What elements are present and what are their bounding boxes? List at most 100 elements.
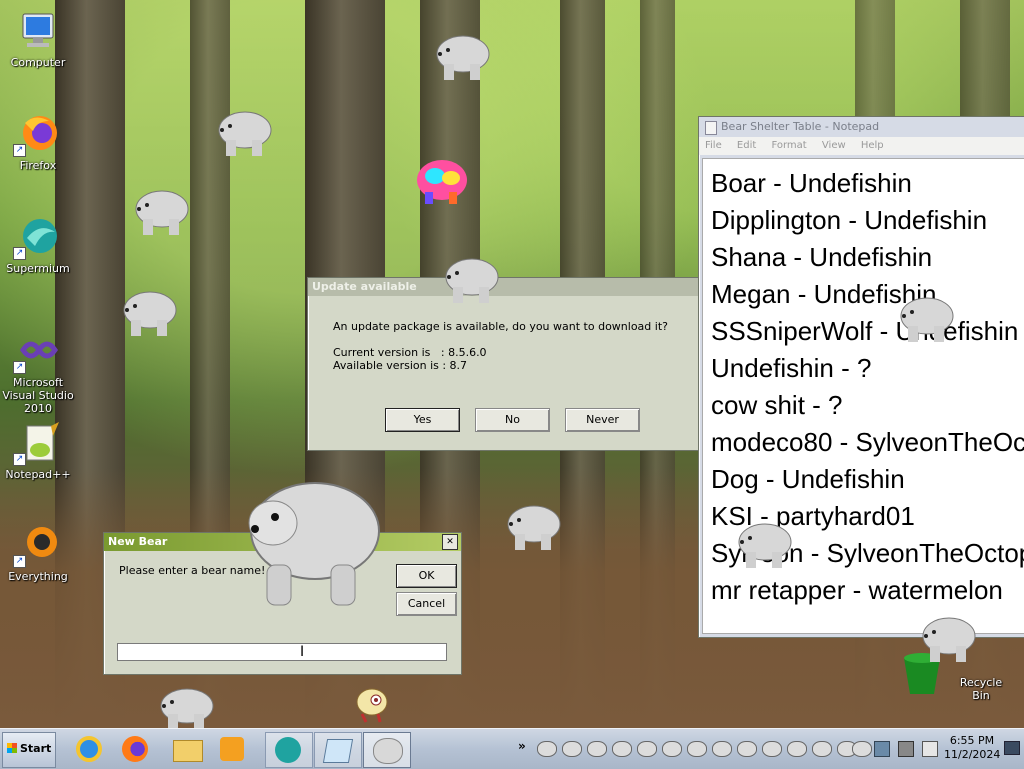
- desktop-icon-label: Computer: [10, 56, 66, 69]
- text-line: Undefishin - ?: [711, 353, 872, 383]
- tray-bear-icon[interactable]: [762, 741, 782, 757]
- computer-icon: [15, 10, 61, 54]
- bear-sprite: [898, 292, 956, 344]
- never-button[interactable]: Never: [565, 408, 640, 432]
- tray-bear-icon[interactable]: [687, 741, 707, 757]
- show-desktop-icon[interactable]: [1004, 741, 1020, 755]
- taskbar-notepad-button[interactable]: [314, 732, 362, 768]
- bear-sprite: [505, 500, 563, 552]
- internet-explorer-icon: [76, 736, 102, 762]
- clock-time: 6:55 PM: [949, 734, 995, 747]
- text-line: Shana - Undefishin: [711, 242, 933, 272]
- bear-name-prompt: Please enter a bear name!: [119, 564, 266, 577]
- volume-muted-icon[interactable]: [898, 741, 914, 757]
- clock-date: 11/2/2024: [944, 748, 1001, 761]
- update-dialog-title: Update available: [308, 278, 699, 296]
- desktop-icon-label: Everything: [8, 570, 68, 583]
- network-icon[interactable]: [874, 741, 890, 757]
- bear-sprite: [443, 253, 501, 305]
- text-line: cow shit - ?: [711, 390, 843, 420]
- taskbar-ie-button[interactable]: [70, 732, 110, 766]
- desktop-icon-notepadpp[interactable]: ↗ Notepad++: [0, 422, 76, 481]
- colorful-creature-sprite: [413, 154, 471, 208]
- taskbar-explorer-button[interactable]: [168, 732, 208, 766]
- supermium-icon: ↗: [13, 216, 61, 260]
- bear-sprite: [121, 286, 179, 338]
- desktop-icon-computer[interactable]: Computer: [0, 10, 76, 69]
- yes-button[interactable]: Yes: [385, 408, 460, 432]
- visual-studio-icon: ↗: [13, 330, 61, 374]
- menu-view[interactable]: View: [822, 140, 846, 151]
- bear-sprite: [158, 684, 216, 728]
- tray-bear-icon[interactable]: [852, 741, 872, 757]
- tray-bear-icon[interactable]: [562, 741, 582, 757]
- menu-format[interactable]: Format: [771, 140, 806, 151]
- large-bear-sprite: [245, 473, 381, 607]
- firefox-icon: [122, 736, 148, 762]
- media-player-icon: [220, 737, 244, 761]
- tray-bear-icon[interactable]: [662, 741, 682, 757]
- taskbar-media-player-button[interactable]: [214, 732, 254, 766]
- ok-button[interactable]: OK: [396, 564, 457, 588]
- taskbar-bear-button[interactable]: [363, 732, 411, 768]
- desktop-icon-supermium[interactable]: ↗ Supermium: [0, 216, 76, 275]
- text-line: Dipplington - Undefishin: [711, 205, 988, 235]
- tray-bear-icon[interactable]: [637, 741, 657, 757]
- text-line: Boar - Undefishin: [711, 168, 912, 198]
- bear-name-input[interactable]: [117, 643, 447, 661]
- text-line: mr retapper - watermelon: [711, 575, 1003, 605]
- bear-sprite: [736, 518, 794, 570]
- desktop-icon-label: Recycle Bin: [959, 676, 1003, 702]
- yellow-bird-sprite: [352, 684, 394, 724]
- tray-bear-icon[interactable]: [537, 741, 557, 757]
- notepad-icon: [322, 739, 354, 763]
- start-label: Start: [20, 742, 52, 755]
- menu-edit[interactable]: Edit: [737, 140, 756, 151]
- tray-bear-icon[interactable]: [812, 741, 832, 757]
- text-line: modeco80 - SylveonTheOctopus: [711, 427, 1024, 457]
- close-icon[interactable]: ✕: [442, 534, 458, 550]
- everything-icon: ↗: [13, 524, 61, 568]
- text-line: Dog - Undefishin: [711, 464, 905, 494]
- clock[interactable]: 6:55 PM 11/2/2024: [944, 734, 1000, 762]
- desktop-icon-label: Firefox: [19, 159, 57, 172]
- bear-sprite: [133, 185, 191, 237]
- desktop-icon-label: Supermium: [6, 262, 70, 275]
- action-center-flag-icon[interactable]: [922, 741, 938, 757]
- folder-icon: [173, 740, 203, 762]
- update-message: An update package is available, do you w…: [333, 320, 668, 333]
- cancel-button[interactable]: Cancel: [396, 592, 457, 616]
- bear-icon: [373, 738, 403, 764]
- tray-expand-chevron[interactable]: »: [518, 739, 526, 753]
- firefox-icon: ↗: [13, 113, 61, 157]
- menu-help[interactable]: Help: [861, 140, 884, 151]
- desktop-icon-visual-studio[interactable]: ↗ Microsoft Visual Studio 2010: [0, 330, 76, 415]
- bear-sprite: [434, 30, 492, 82]
- windows-logo-icon: [7, 743, 17, 753]
- text-cursor-icon: I: [300, 644, 305, 660]
- menu-file[interactable]: File: [705, 140, 722, 151]
- new-bear-title: New Bear: [108, 535, 168, 548]
- tray-bear-icon[interactable]: [737, 741, 757, 757]
- update-dialog: Update available An update package is av…: [307, 277, 700, 451]
- available-version-text: Available version is : 8.7: [333, 359, 468, 372]
- notepad-title-text: Bear Shelter Table - Notepad: [721, 120, 880, 133]
- supermium-icon: [275, 737, 301, 763]
- desktop-icon-label: Notepad++: [5, 468, 71, 481]
- notepad-app-icon: [705, 121, 717, 135]
- notepadpp-icon: ↗: [13, 422, 61, 466]
- taskbar-firefox-button[interactable]: [116, 732, 156, 766]
- no-button[interactable]: No: [475, 408, 550, 432]
- tray-bear-icon[interactable]: [712, 741, 732, 757]
- desktop-icon-firefox[interactable]: ↗ Firefox: [0, 113, 76, 172]
- bear-sprite: [920, 612, 978, 664]
- start-button[interactable]: Start: [2, 732, 56, 768]
- tray-bear-icon[interactable]: [612, 741, 632, 757]
- tray-bear-icon[interactable]: [787, 741, 807, 757]
- desktop-icon-everything[interactable]: ↗ Everything: [0, 524, 76, 583]
- tray-bear-icon[interactable]: [587, 741, 607, 757]
- bear-sprite: [216, 106, 274, 158]
- taskbar-supermium-button[interactable]: [265, 732, 313, 768]
- taskbar: Start » 6:55 PM 11/2/2024: [0, 728, 1024, 769]
- text-line: Megan - Undefishin: [711, 279, 937, 309]
